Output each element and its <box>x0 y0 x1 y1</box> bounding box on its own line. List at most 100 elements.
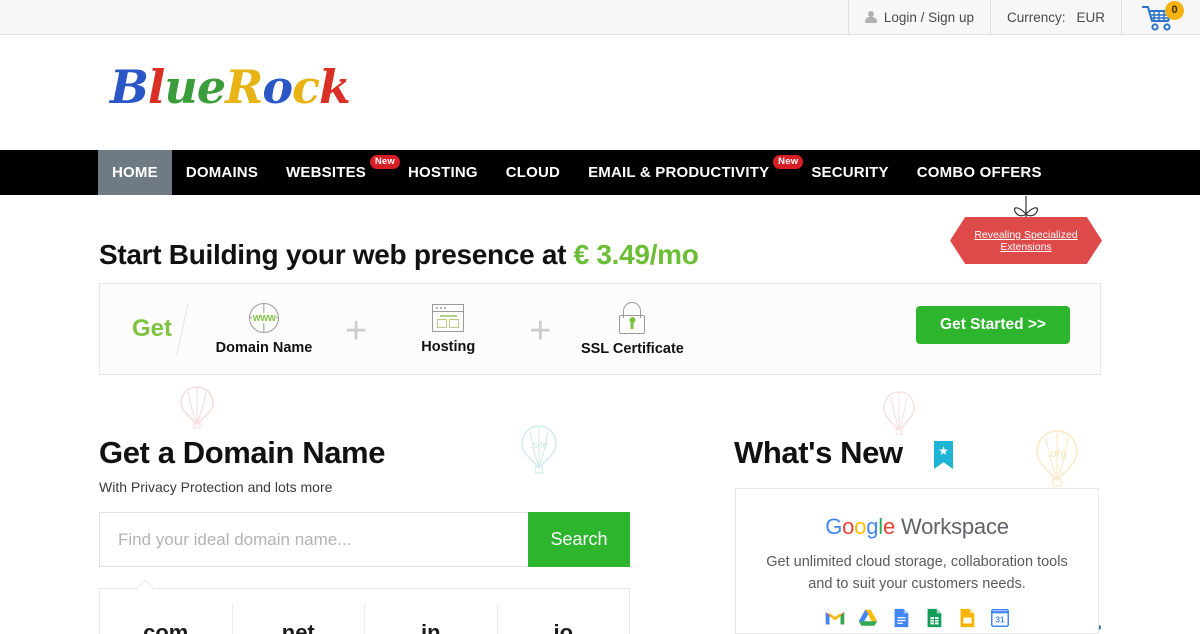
nav-item-hosting[interactable]: HOSTING <box>394 150 492 195</box>
nav-label: SECURITY <box>811 164 889 181</box>
drive-icon <box>858 609 877 626</box>
balloon-decor-pink-left <box>180 386 214 429</box>
domain-section-subtitle: With Privacy Protection and lots more <box>99 479 333 495</box>
nav-label: EMAIL & PRODUCTIVITY <box>588 164 770 181</box>
nav-item-domains[interactable]: DOMAINS <box>172 150 272 195</box>
nav-label: CLOUD <box>505 164 561 181</box>
window-titlebar <box>433 305 464 312</box>
whats-new-title: What's New <box>734 435 903 470</box>
nav-item-security[interactable]: SECURITY <box>797 150 902 195</box>
globe-icon: WWW <box>249 302 280 333</box>
brand-letter: e <box>882 514 896 539</box>
tld-panel-pointer <box>138 580 155 589</box>
site-logo[interactable]: BlueRock <box>110 60 351 114</box>
nav-label: DOMAINS <box>185 164 259 181</box>
login-signup-link[interactable]: Login / Sign up <box>847 0 990 35</box>
logo-letter: u <box>164 60 197 114</box>
nav-item-home[interactable]: HOME <box>98 150 172 195</box>
balloon-decor-site: .site <box>521 425 557 474</box>
tld-row: com net in io <box>100 589 629 634</box>
browser-window-icon <box>432 303 465 332</box>
tld-cell-io[interactable]: io <box>498 603 630 634</box>
brand-letter: o <box>842 514 855 539</box>
globe-www-label: WWW <box>251 312 277 323</box>
nav-item-email-productivity[interactable]: EMAIL & PRODUCTIVITY New <box>574 150 804 195</box>
offer-divider <box>176 303 189 355</box>
nav-label: COMBO OFFERS <box>916 164 1042 181</box>
offer-item-label: SSL Certificate <box>580 340 684 357</box>
lock-icon <box>618 301 646 334</box>
offer-item-domain: WWW Domain Name <box>209 302 319 356</box>
offer-item-label: Hosting <box>421 338 476 355</box>
currency-selector[interactable]: Currency: EUR <box>989 0 1121 35</box>
balloon-org-label: .org <box>1048 448 1067 460</box>
cart-button[interactable]: 0 <box>1121 0 1200 35</box>
offer-item-label: Domain Name <box>215 339 313 356</box>
logo-letter: c <box>292 60 320 114</box>
page-root: Login / Sign up Currency: EUR 0 BlueRock <box>0 0 1200 634</box>
nav-item-cloud[interactable]: CLOUD <box>492 150 574 195</box>
get-started-button[interactable]: Get Started >> <box>916 306 1070 344</box>
brand-suffix: Workspace <box>895 514 1009 539</box>
slides-icon <box>960 608 974 628</box>
bookmark-star-icon: ★ <box>934 441 953 469</box>
brand-letter: g <box>866 514 879 539</box>
window-block <box>449 318 460 328</box>
nav-label: HOSTING <box>408 164 478 181</box>
logo-letter: o <box>262 60 293 114</box>
offer-item-hosting: Hosting <box>393 303 503 355</box>
window-line <box>440 314 458 317</box>
logo-letter: k <box>319 60 351 114</box>
hero-price: € 3.49/mo <box>573 239 699 270</box>
brand-letter: o <box>854 514 867 539</box>
hero-headline-text: Start Building your web presence at <box>99 239 567 270</box>
nav-item-combo-offers[interactable]: COMBO OFFERS <box>903 150 1056 195</box>
star-glyph: ★ <box>938 444 949 458</box>
balloon-site-label: .site <box>530 440 549 451</box>
domain-search-input[interactable] <box>99 512 528 567</box>
offer-bundle-box: Get WWW Domain Name + Hosting + SSL Cert… <box>99 283 1101 375</box>
logo-letter: e <box>196 60 226 114</box>
currency-label: Currency: <box>1006 10 1066 25</box>
calendar-icon: 31 <box>990 609 1009 627</box>
specialized-extensions-tag[interactable]: Revealing Specialized Extensions <box>950 196 1102 264</box>
plus-icon: + <box>529 310 552 352</box>
google-workspace-description: Get unlimited cloud storage, collaborati… <box>766 554 1068 592</box>
domain-search-button[interactable]: Search <box>528 512 630 567</box>
tag-line-2: Extensions <box>1000 240 1052 253</box>
top-utility-bar: Login / Sign up Currency: EUR 0 <box>0 0 1200 35</box>
tag-shape: Revealing Specialized Extensions <box>950 217 1102 264</box>
whats-new-card[interactable]: Google Workspace Get unlimited cloud sto… <box>735 488 1099 634</box>
domain-section-title: Get a Domain Name <box>99 435 386 470</box>
google-workspace-app-icons: 31 <box>736 607 1098 629</box>
tld-cell-com[interactable]: com <box>100 603 233 634</box>
sheets-icon <box>927 608 941 628</box>
nav-label: HOME <box>112 164 158 181</box>
svg-text:31: 31 <box>995 616 1005 625</box>
offer-get-label: Get <box>132 315 173 342</box>
user-icon <box>864 11 877 24</box>
login-signup-label: Login / Sign up <box>883 10 974 25</box>
hero-headline: Start Building your web presence at € 3.… <box>99 239 699 271</box>
tld-cell-net[interactable]: net <box>233 603 365 634</box>
currency-value: EUR <box>1076 10 1105 25</box>
logo-letter: B <box>110 60 149 114</box>
nav-label: WEBSITES <box>286 164 366 181</box>
cart-icon-wrapper: 0 <box>1141 0 1184 31</box>
cart-count-badge: 0 <box>1165 0 1184 20</box>
balloon-decor-pink-right <box>883 391 915 435</box>
logo-letter: R <box>225 60 263 114</box>
tld-panel: com net in io <box>99 588 630 634</box>
main-navigation: HOME DOMAINS WEBSITES New HOSTING CLOUD … <box>0 150 1200 195</box>
domain-search-row: Search <box>99 512 630 567</box>
nav-item-websites[interactable]: WEBSITES New <box>272 150 400 195</box>
logo-area: BlueRock <box>0 36 1200 150</box>
docs-icon <box>894 608 908 628</box>
google-workspace-title: Google Workspace <box>736 514 1098 540</box>
offer-item-ssl: SSL Certificate <box>577 301 687 357</box>
tld-cell-in[interactable]: in <box>365 603 498 634</box>
lock-keyhole <box>629 316 636 329</box>
tag-line-1: Revealing Specialized <box>974 228 1078 241</box>
window-block <box>437 318 448 328</box>
brand-letter: G <box>825 514 843 539</box>
